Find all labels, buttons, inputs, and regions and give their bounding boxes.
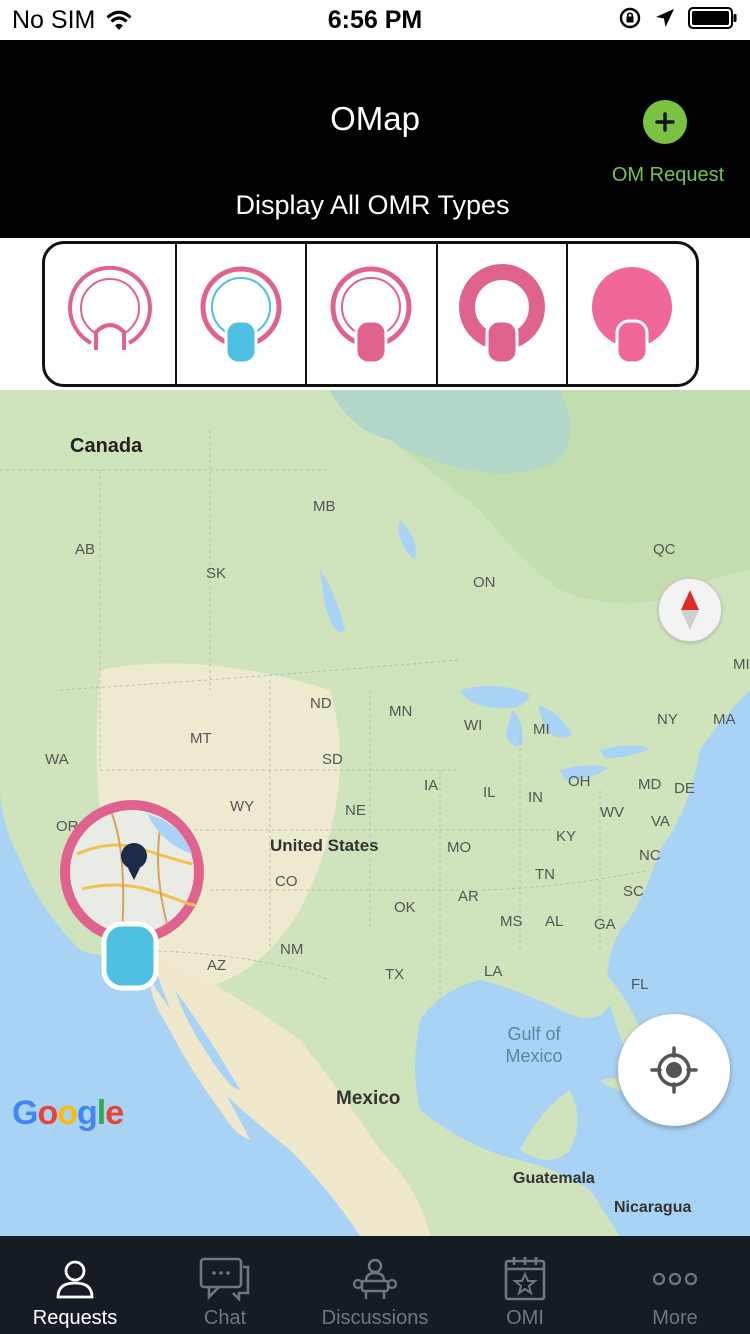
om-request-button[interactable]: [643, 100, 687, 144]
crosshair-icon: [650, 1046, 698, 1094]
disc-solid-icon: [591, 267, 672, 365]
map-label-mi-edge: MI: [733, 656, 750, 673]
omr-type-1[interactable]: [45, 244, 175, 384]
group-icon: [352, 1258, 398, 1299]
map-label-ga: GA: [594, 916, 616, 933]
tab-omi-label: OMI: [506, 1307, 544, 1329]
map-label-sd: SD: [322, 751, 343, 768]
map-label-sc: SC: [623, 883, 644, 900]
map-label-ok: OK: [394, 899, 416, 916]
page-title: OMap: [330, 100, 420, 137]
map-label-sk: SK: [206, 565, 227, 582]
map-label-in: IN: [528, 789, 543, 806]
omr-type-5[interactable]: [565, 244, 696, 384]
person-icon: [56, 1260, 94, 1299]
map-label-canada: Canada: [70, 435, 143, 457]
map-label-ar: AR: [458, 888, 479, 905]
map-label-ms: MS: [500, 913, 523, 930]
map-label-qc: QC: [653, 541, 676, 558]
tab-discussions-label: Discussions: [321, 1307, 429, 1329]
map-label-nm: NM: [280, 941, 304, 958]
tab-omi[interactable]: OMI: [450, 1236, 600, 1334]
omr-type-2[interactable]: [175, 244, 305, 384]
calendar-star-icon: [504, 1257, 546, 1301]
map-label-co: CO: [275, 873, 298, 890]
map-label-nicaragua: Nicaragua: [614, 1199, 692, 1216]
omr-type-strip: [0, 238, 750, 390]
tab-requests[interactable]: Requests: [0, 1236, 150, 1334]
tab-more-label: More: [652, 1307, 698, 1329]
ring-pink-tab-icon: [330, 266, 412, 365]
tab-more[interactable]: More: [600, 1236, 750, 1334]
map-label-mt: MT: [190, 730, 212, 747]
status-bar: No SIM 6:56 PM: [0, 0, 750, 40]
omr-type-heading: Display All OMR Types: [235, 190, 510, 220]
map-label-al: AL: [545, 913, 564, 930]
map-label-mexico: Mexico: [336, 1088, 401, 1109]
map-label-guatemala: Guatemala: [513, 1170, 595, 1187]
map-label-gulf: Gulf of Mexico: [498, 1023, 570, 1067]
orientation-lock-icon: [619, 7, 641, 29]
ring-blue-icon: [200, 266, 282, 365]
map-label-tn: TN: [535, 866, 555, 883]
omr-type-3[interactable]: [305, 244, 435, 384]
map-label-wa: WA: [45, 751, 69, 768]
tab-requests-label: Requests: [32, 1307, 118, 1329]
map-label-ia: IA: [424, 777, 439, 794]
map-label-wv: WV: [600, 804, 625, 821]
omr-type-selector: [42, 241, 699, 387]
map-label-mi: MI: [533, 721, 550, 738]
map-label-ky: KY: [556, 828, 577, 845]
map-label-wi: WI: [464, 717, 483, 734]
map-label-de: DE: [674, 780, 695, 797]
battery-icon: [688, 7, 737, 29]
chat-icon: [199, 1257, 250, 1301]
omr-type-4[interactable]: [435, 244, 566, 384]
ring-bold-icon: [458, 264, 545, 365]
status-right: [618, 6, 738, 30]
map-label-fl: FL: [631, 976, 649, 993]
om-request-label[interactable]: OM Request: [598, 164, 738, 187]
compass-button[interactable]: [658, 578, 722, 642]
map-label-ab: AB: [75, 541, 96, 558]
app-header: OMap OM Request Display All OMR Types: [0, 40, 750, 238]
map-label-ny: NY: [657, 711, 678, 728]
map-pin[interactable]: [52, 794, 212, 994]
map-label-wy: WY: [230, 798, 255, 815]
map-label-united-states: United States: [270, 836, 379, 855]
map-label-va: VA: [651, 813, 670, 830]
compass-icon: [681, 590, 699, 630]
map-pin-icon: [60, 800, 204, 991]
plus-circle-icon: [655, 112, 675, 132]
my-location-button[interactable]: [618, 1014, 730, 1126]
map-label-ma: MA: [713, 711, 736, 728]
map-label-md: MD: [638, 776, 662, 793]
map-label-ne: NE: [345, 802, 366, 819]
map-label-mo: MO: [447, 839, 472, 856]
tab-chat-label: Chat: [203, 1307, 247, 1329]
map-label-il: IL: [483, 784, 496, 801]
map-label-on: ON: [473, 574, 496, 591]
tab-bar: Requests Chat Discussions OMI More: [0, 1236, 750, 1334]
ring-outline-icon: [68, 266, 153, 350]
tab-discussions[interactable]: Discussions: [300, 1236, 450, 1334]
map-label-nc: NC: [639, 847, 661, 864]
map-view[interactable]: Canada MB AB SK QC ON MI ND MN MT WA WI …: [0, 390, 750, 1236]
map-label-gulf-line2: Mexico: [505, 1046, 563, 1066]
location-arrow-icon: [656, 9, 674, 27]
map-label-la: LA: [484, 963, 503, 980]
map-label-mn: MN: [389, 703, 413, 720]
map-label-tx: TX: [385, 966, 405, 983]
google-logo: Google: [12, 1094, 124, 1132]
map-label-oh: OH: [568, 773, 591, 790]
map-label-mb: MB: [313, 498, 336, 515]
more-dots-icon: [652, 1272, 698, 1286]
map-label-nd: ND: [310, 695, 332, 712]
map-label-gulf-line1: Gulf of: [507, 1024, 561, 1044]
tab-chat[interactable]: Chat: [150, 1236, 300, 1334]
